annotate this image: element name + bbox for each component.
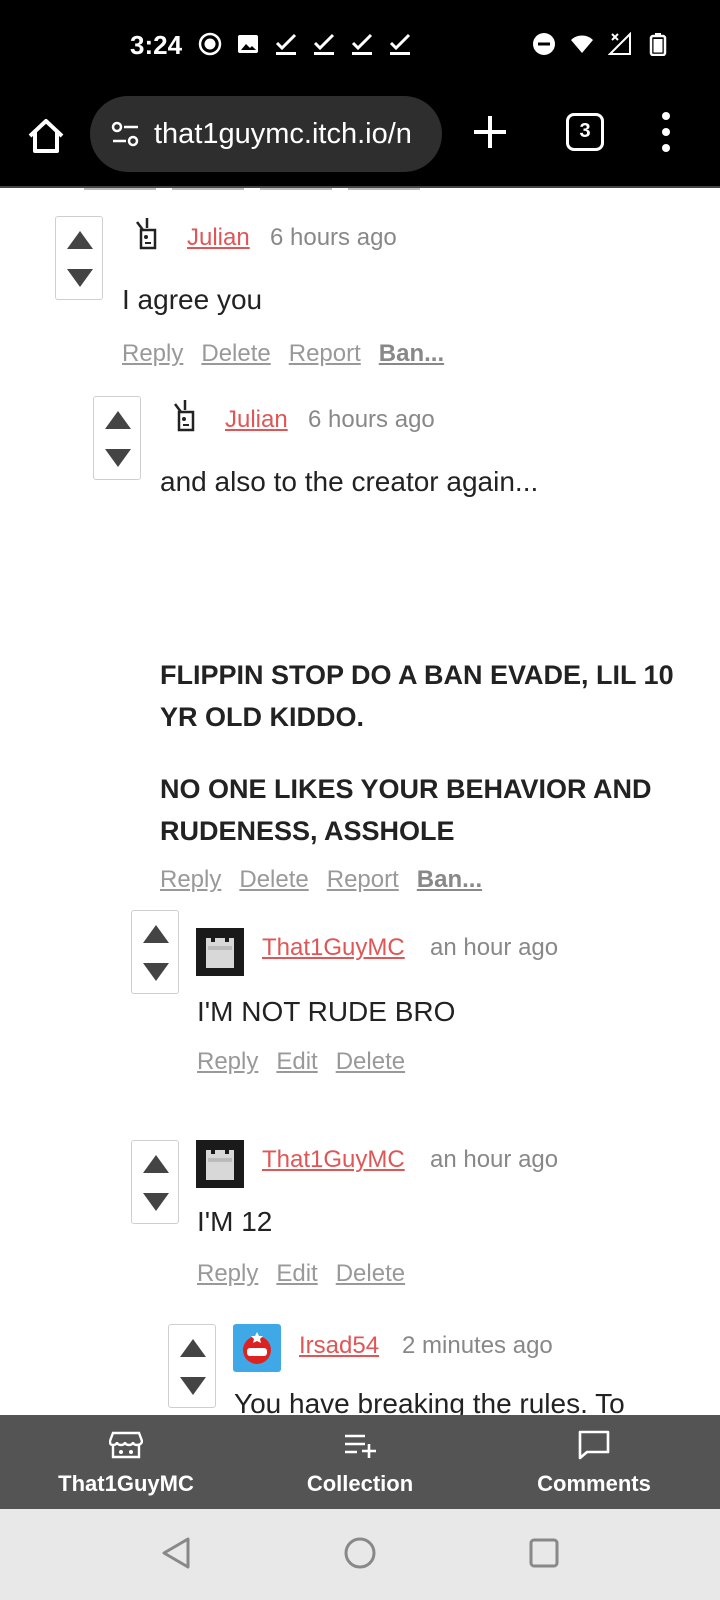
comment-author[interactable]: Julian: [187, 224, 250, 252]
upvote-icon[interactable]: [141, 1153, 171, 1175]
comment-body: You have breaking the rules. To: [234, 1388, 625, 1415]
avatar: [196, 928, 244, 976]
upvote-icon[interactable]: [178, 1337, 208, 1359]
bottom-app-bar: That1GuyMC Collection Comments: [0, 1415, 720, 1509]
site-settings-icon[interactable]: [110, 120, 142, 148]
reply-link[interactable]: Reply: [197, 1260, 258, 1288]
downvote-icon[interactable]: [141, 1191, 171, 1213]
edit-link[interactable]: Edit: [276, 1260, 317, 1288]
comment-icon: [578, 1430, 610, 1460]
delete-link[interactable]: Delete: [336, 1048, 405, 1076]
delete-link[interactable]: Delete: [239, 866, 308, 894]
comment-actions: Reply Delete Report Ban...: [122, 340, 444, 368]
back-icon[interactable]: [158, 1535, 194, 1571]
url-bar[interactable]: that1guymc.itch.io/n: [90, 96, 442, 172]
comment-time: an hour ago: [430, 934, 559, 961]
nav-item-collection[interactable]: Collection: [280, 1415, 440, 1509]
comment: Julian 6 hours ago I agree you Reply Del…: [0, 188, 720, 388]
record-icon: [198, 32, 222, 56]
system-navigation-bar: [0, 1509, 720, 1600]
comment-body: I'M 12: [197, 1206, 273, 1237]
nav-item-creator[interactable]: That1GuyMC: [46, 1415, 206, 1509]
battery-icon: [649, 33, 667, 56]
home-circle-icon[interactable]: [342, 1535, 378, 1571]
reply-link[interactable]: Reply: [197, 1048, 258, 1076]
delete-link[interactable]: Delete: [336, 1260, 405, 1288]
comment-author[interactable]: That1GuyMC: [262, 1146, 405, 1174]
comment-actions: Reply Edit Delete: [197, 1048, 405, 1076]
upvote-icon[interactable]: [103, 409, 133, 431]
downvote-icon[interactable]: [141, 961, 171, 983]
ban-link[interactable]: Ban...: [417, 866, 482, 894]
itch-store-icon: [109, 1431, 143, 1459]
delete-link[interactable]: Delete: [201, 340, 270, 368]
signal-icon: [608, 32, 631, 55]
avatar: [174, 400, 195, 432]
comment-time: an hour ago: [430, 1146, 559, 1173]
wifi-icon: [571, 35, 593, 53]
comment-actions: Reply Edit Delete: [197, 1260, 405, 1288]
url-text: that1guymc.itch.io/n: [154, 117, 412, 150]
report-link[interactable]: Report: [327, 866, 399, 894]
comment-body: I agree you: [122, 284, 263, 315]
avatar: [136, 218, 157, 250]
tab-switcher-button[interactable]: 3: [566, 113, 604, 151]
comment-body: I'M NOT RUDE BRO: [197, 996, 456, 1027]
downvote-icon[interactable]: [178, 1375, 208, 1397]
status-icons-right: [532, 32, 670, 56]
browser-toolbar: that1guymc.itch.io/n 3: [0, 96, 720, 188]
add-to-list-icon: [345, 1434, 376, 1458]
comment-author[interactable]: Julian: [225, 406, 288, 434]
status-time: 3:24: [130, 30, 183, 60]
image-icon: [238, 35, 258, 53]
new-tab-icon[interactable]: [472, 114, 508, 150]
ban-link[interactable]: Ban...: [379, 340, 444, 368]
comment-time: 6 hours ago: [270, 224, 397, 251]
vote-box: [131, 1140, 179, 1224]
check-icon: [351, 33, 373, 55]
nav-item-comments[interactable]: Comments: [514, 1415, 674, 1509]
status-bar: 3:24: [0, 0, 720, 96]
reply-link[interactable]: Reply: [122, 340, 183, 368]
comment-actions: Reply Delete Report Ban...: [160, 866, 482, 894]
more-menu-icon[interactable]: [660, 110, 672, 154]
reply-link[interactable]: Reply: [160, 866, 221, 894]
comment-body-bold: FLIPPIN STOP DO A BAN EVADE, LIL 10 YR O…: [160, 660, 674, 732]
recents-icon[interactable]: [526, 1535, 562, 1571]
comment-time: 6 hours ago: [308, 406, 435, 433]
comment-body-line: and also to the creator again...: [160, 466, 539, 497]
check-icon: [389, 33, 411, 55]
upvote-icon[interactable]: [141, 923, 171, 945]
downvote-icon[interactable]: [103, 447, 133, 469]
vote-box: [93, 396, 141, 480]
comment-time: 2 minutes ago: [402, 1332, 553, 1359]
comment-body-bold: NO ONE LIKES YOUR BEHAVIOR AND RUDENESS,…: [160, 774, 652, 846]
comment-author[interactable]: Irsad54: [299, 1332, 379, 1360]
home-icon[interactable]: [24, 114, 68, 158]
comment-author[interactable]: That1GuyMC: [262, 934, 405, 962]
check-icon: [275, 33, 297, 55]
avatar: [233, 1324, 281, 1372]
report-link[interactable]: Report: [289, 340, 361, 368]
downvote-icon[interactable]: [65, 267, 95, 289]
vote-box: [168, 1324, 216, 1408]
vote-box: [55, 216, 103, 300]
nav-item-label: Collection: [306, 1471, 414, 1496]
check-icon: [313, 33, 335, 55]
upvote-icon[interactable]: [65, 229, 95, 251]
nav-item-label: That1GuyMC: [58, 1471, 194, 1496]
status-icons-left: [198, 32, 412, 56]
nav-item-label: Comments: [537, 1471, 651, 1496]
avatar: [196, 1140, 244, 1188]
dnd-icon: [533, 33, 555, 55]
edit-link[interactable]: Edit: [276, 1048, 317, 1076]
vote-box: [131, 910, 179, 994]
comments-thread: Julian 6 hours ago I agree you Reply Del…: [0, 188, 720, 1415]
